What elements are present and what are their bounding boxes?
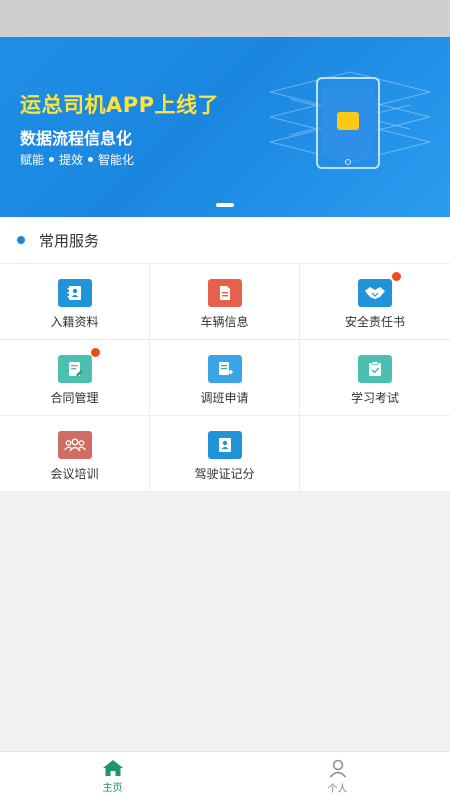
home-icon xyxy=(102,759,123,776)
service-label: 驾驶证记分 xyxy=(194,467,255,481)
dot-separator xyxy=(49,157,55,162)
service-item-meeting-training[interactable]: 会议培训 xyxy=(0,416,150,492)
service-label: 会议培训 xyxy=(50,467,99,481)
services-grid: 入籍资料 车辆信息 安全责任书 合同管理 调班申请 学习考试 会议培训 驾驶证记… xyxy=(0,264,450,492)
service-item-contract-management[interactable]: 合同管理 xyxy=(0,340,150,416)
tab-profile[interactable]: 个人 xyxy=(225,752,450,800)
service-item-study-exam[interactable]: 学习考试 xyxy=(300,340,450,416)
handshake-icon xyxy=(358,279,392,307)
phone-illustration xyxy=(316,77,380,169)
license-icon xyxy=(207,431,242,459)
status-bar xyxy=(0,0,450,37)
notification-badge xyxy=(392,272,401,281)
bullet-dot xyxy=(17,236,25,244)
user-icon xyxy=(329,759,346,777)
carousel-indicator[interactable] xyxy=(216,203,234,207)
services-title: 常用服务 xyxy=(39,231,100,250)
dot-separator xyxy=(88,157,94,162)
service-label: 入籍资料 xyxy=(50,315,99,329)
service-item-license-points[interactable]: 驾驶证记分 xyxy=(150,416,300,492)
service-item-safety-agreement[interactable]: 安全责任书 xyxy=(300,264,450,340)
empty-cell xyxy=(300,416,450,492)
contract-icon xyxy=(57,355,92,383)
service-label: 车辆信息 xyxy=(200,315,249,329)
bottom-tab-bar: 主页 个人 xyxy=(0,751,450,800)
tab-home[interactable]: 主页 xyxy=(0,752,225,800)
notification-badge xyxy=(91,348,100,357)
banner-tag: 提效 xyxy=(59,153,84,167)
app-logo-icon xyxy=(337,112,359,130)
tab-home-label: 主页 xyxy=(102,782,123,794)
banner-tag: 智能化 xyxy=(98,153,135,167)
service-label: 安全责任书 xyxy=(344,315,405,329)
exam-clipboard-icon xyxy=(358,355,392,383)
service-item-vehicle-info[interactable]: 车辆信息 xyxy=(150,264,300,340)
service-label: 学习考试 xyxy=(350,391,399,405)
promo-banner[interactable]: 运总司机APP上线了 数据流程信息化 赋能 提效 智能化 xyxy=(0,37,450,217)
tab-profile-label: 个人 xyxy=(327,783,348,795)
swap-request-icon xyxy=(207,355,242,383)
banner-subtitle: 数据流程信息化 xyxy=(20,129,133,148)
service-label: 合同管理 xyxy=(50,391,99,405)
banner-tag: 赋能 xyxy=(20,153,45,167)
banner-title: 运总司机APP上线了 xyxy=(20,93,220,117)
people-group-icon xyxy=(57,431,92,459)
id-card-icon xyxy=(57,279,92,307)
services-header: 常用服务 xyxy=(0,217,450,264)
banner-tags: 赋能 提效 智能化 xyxy=(20,151,134,168)
document-icon xyxy=(207,279,242,307)
service-item-registration[interactable]: 入籍资料 xyxy=(0,264,150,340)
service-item-shift-request[interactable]: 调班申请 xyxy=(150,340,300,416)
service-label: 调班申请 xyxy=(200,391,249,405)
